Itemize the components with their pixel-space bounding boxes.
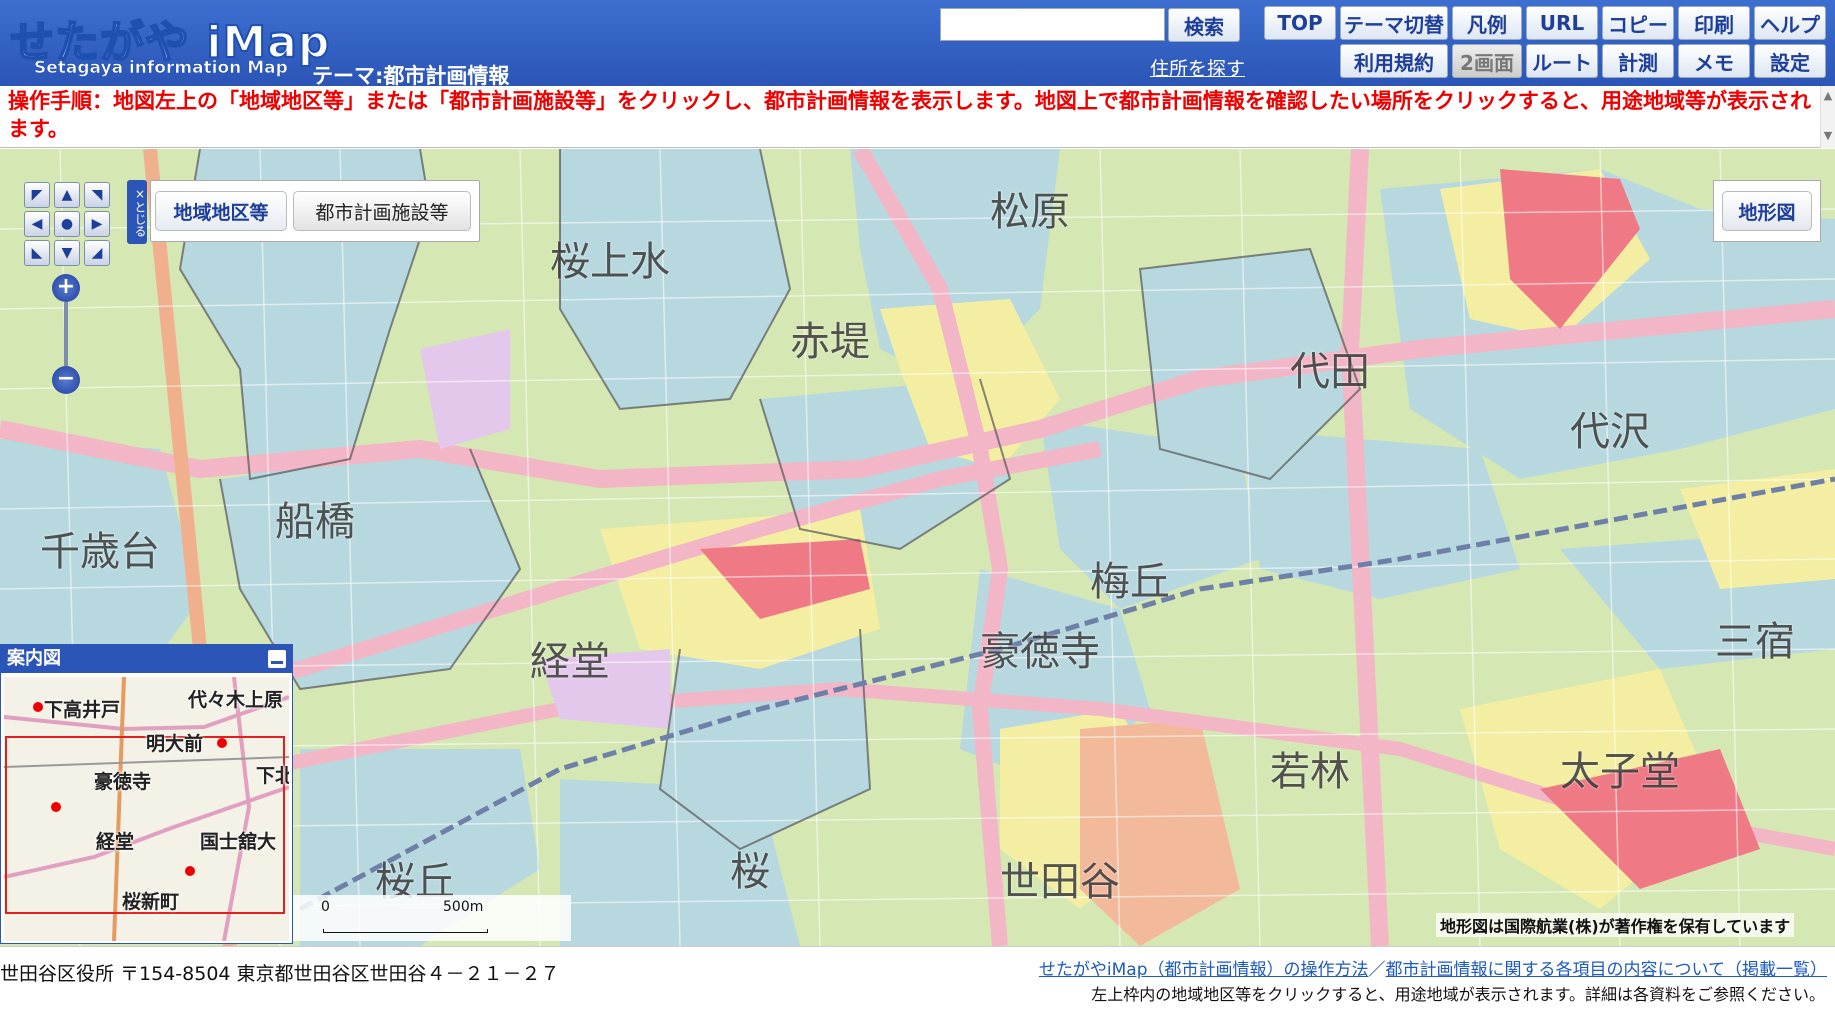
close-controls-tab[interactable]: ×とじる: [127, 180, 147, 244]
pan-control: ◤ ▲ ◥ ◀ ● ▶ ◣ ▼ ◢: [22, 180, 112, 268]
scroll-down-icon[interactable]: ▼: [1821, 126, 1835, 146]
theme-switch-button[interactable]: テーマ切替: [1340, 6, 1448, 40]
minimize-icon[interactable]: [268, 650, 286, 668]
guide-label-kokushikan: 国士舘大: [200, 831, 277, 853]
guide-map-header: 案内図: [1, 645, 292, 673]
zoning-districts-button[interactable]: 地域地区等: [155, 191, 287, 231]
app-header: せたがや iMap Setagaya information Map テーマ:都…: [0, 0, 1835, 88]
pan-west-icon[interactable]: ◀: [24, 211, 50, 237]
zoom-slider[interactable]: [64, 302, 68, 366]
footer-note: 左上枠内の地域地区等をクリックすると、用途地域が表示されます。詳細は各資料をご参…: [1091, 985, 1825, 1004]
guide-label-meidaimae: 明大前: [146, 733, 204, 755]
guide-map-view[interactable]: 下高井戸 代々木上原 明大前 豪徳寺 経堂 国士舘大 桜新町 下北: [4, 677, 289, 941]
area-label-matsubara: 松原: [990, 189, 1070, 235]
dual-screen-button[interactable]: 2画面: [1452, 44, 1522, 78]
top-button[interactable]: TOP: [1264, 6, 1336, 40]
print-button[interactable]: 印刷: [1678, 6, 1750, 40]
area-label-daita: 代田: [1290, 349, 1370, 395]
area-label-wakabayashi: 若林: [1270, 749, 1350, 795]
item-list-link[interactable]: 都市計画情報に関する各項目の内容について（掲載一覧）: [1386, 960, 1828, 980]
area-label-umegaoka: 梅丘: [1090, 559, 1170, 605]
area-label-sakurajosui: 桜上水: [550, 239, 670, 285]
route-button[interactable]: ルート: [1526, 44, 1598, 78]
footer: 世田谷区役所 〒154-8504 東京都世田谷区世田谷４－２１－２７ せたがやi…: [0, 946, 1835, 1019]
footer-links: せたがやiMap（都市計画情報）の操作方法／都市計画情報に関する各項目の内容につ…: [1039, 955, 1827, 980]
copy-button[interactable]: コピー: [1602, 6, 1674, 40]
terrain-panel: 地形図: [1713, 180, 1821, 242]
scale-distance: 500m: [443, 899, 484, 915]
area-label-gotokuji: 豪徳寺: [980, 629, 1100, 675]
guide-label-sakurashinmachi: 桜新町: [122, 891, 180, 913]
area-label-mishuku: 三宿: [1715, 619, 1795, 665]
area-label-taishido: 太子堂: [1560, 749, 1680, 795]
area-label-setagaya: 世田谷: [1000, 859, 1120, 905]
urban-facilities-button[interactable]: 都市計画施設等: [293, 191, 471, 231]
memo-button[interactable]: メモ: [1678, 44, 1750, 78]
zoom-out-icon[interactable]: −: [52, 366, 80, 394]
help-button[interactable]: ヘルプ: [1754, 6, 1826, 40]
area-label-funabashi: 船橋: [275, 499, 355, 545]
settings-button[interactable]: 設定: [1754, 44, 1826, 78]
area-label-chitosedai: 千歳台: [40, 529, 160, 575]
area-label-kyodo: 経堂: [530, 639, 610, 685]
terrain-map-button[interactable]: 地形図: [1722, 191, 1812, 231]
guide-label-kyodo: 経堂: [96, 831, 135, 853]
pan-northwest-icon[interactable]: ◤: [24, 182, 50, 208]
operation-guide-link[interactable]: せたがやiMap（都市計画情報）の操作方法: [1039, 960, 1369, 980]
scroll-up-icon[interactable]: ▲: [1821, 86, 1835, 106]
layer-panel: 地域地区等 都市計画施設等: [150, 180, 480, 242]
scale-line: [323, 929, 488, 933]
pan-east-icon[interactable]: ▶: [84, 211, 110, 237]
scale-zero: 0: [321, 899, 330, 915]
pan-southeast-icon[interactable]: ◢: [84, 240, 110, 266]
pan-center-icon[interactable]: ●: [54, 211, 80, 237]
guide-map-title: 案内図: [7, 648, 61, 669]
guide-label-shimokita: 下北: [256, 765, 289, 787]
guide-label-shimotakaido: 下高井戸: [44, 699, 121, 721]
search-button[interactable]: 検索: [1168, 8, 1240, 42]
link-separator: ／: [1368, 960, 1386, 980]
area-label-daizawa: 代沢: [1570, 409, 1650, 455]
logo[interactable]: せたがや iMap Setagaya information Map: [9, 6, 330, 82]
instruction-text: 操作手順：地図左上の「地域地区等」または「都市計画施設等」をクリックし、都市計画…: [0, 86, 1820, 148]
map-copyright: 地形図は国際航業(株)が著作権を保有しています: [1436, 913, 1795, 937]
guide-label-yoyogiuehara: 代々木上原: [188, 689, 284, 711]
zoom-control: + −: [52, 274, 80, 394]
area-label-akatsutsumi: 赤堤: [790, 319, 870, 365]
logo-sub-text: Setagaya information Map: [34, 58, 288, 79]
zoom-in-icon[interactable]: +: [52, 274, 80, 302]
pan-south-icon[interactable]: ▼: [54, 240, 80, 266]
area-label-sakura: 桜: [730, 849, 770, 895]
pan-north-icon[interactable]: ▲: [54, 182, 80, 208]
pan-northeast-icon[interactable]: ◥: [84, 182, 110, 208]
terms-button[interactable]: 利用規約: [1340, 44, 1448, 78]
url-button[interactable]: URL: [1526, 6, 1598, 40]
pan-southwest-icon[interactable]: ◣: [24, 240, 50, 266]
office-address: 世田谷区役所 〒154-8504 東京都世田谷区世田谷４－２１－２７: [0, 963, 560, 985]
measure-button[interactable]: 計測: [1602, 44, 1674, 78]
guide-label-gotokuji: 豪徳寺: [94, 771, 152, 793]
scale-bar: 0 500m: [293, 895, 571, 941]
legend-button[interactable]: 凡例: [1452, 6, 1522, 40]
guide-map-panel: 案内図 下高井戸 代々木上原 明大前 豪徳寺 経堂 国士舘大 桜新町 下北: [0, 644, 293, 944]
search-input[interactable]: [940, 8, 1165, 41]
instruction-scrollbar[interactable]: ▲ ▼: [1820, 86, 1835, 148]
address-search-link[interactable]: 住所を探す: [1150, 54, 1245, 81]
